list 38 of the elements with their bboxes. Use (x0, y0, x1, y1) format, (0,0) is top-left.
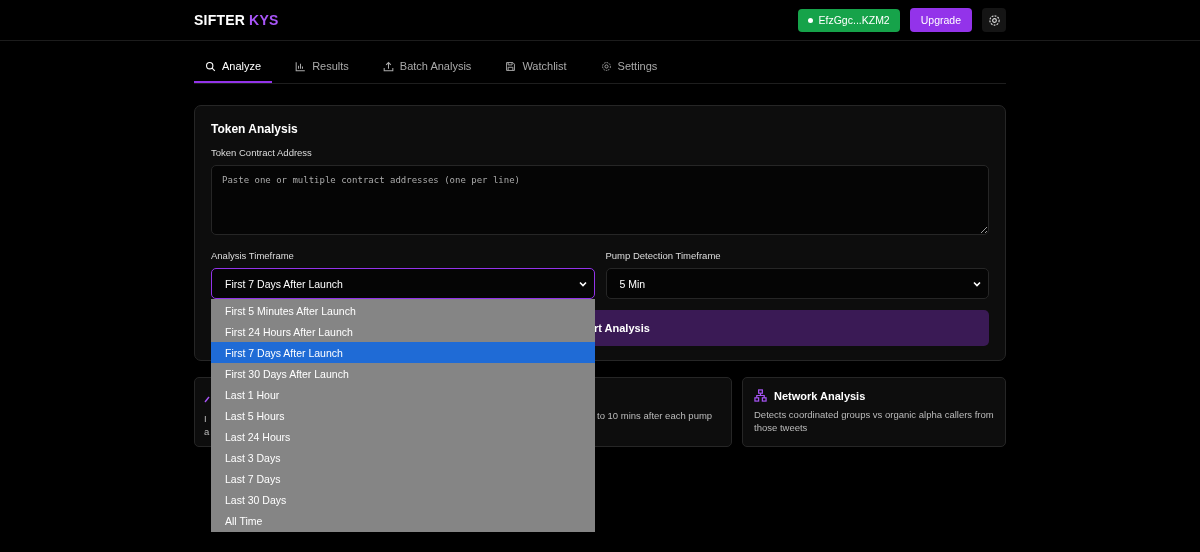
feature-description: a (204, 425, 210, 438)
dropdown-option[interactable]: All Time (211, 510, 595, 531)
dropdown-option[interactable]: Last 7 Days (211, 468, 595, 489)
nav-tab[interactable]: Analyze (194, 50, 273, 83)
dropdown-option[interactable]: Last 1 Hour (211, 384, 595, 405)
settings-button[interactable] (982, 8, 1006, 32)
timeframe-dropdown[interactable]: First 7 Days After Launch (211, 268, 595, 299)
feature-description: to 10 mins after each pump (597, 409, 714, 422)
pump-timeframe-dropdown[interactable]: 5 Min (605, 268, 989, 299)
dropdown-option[interactable]: First 7 Days After Launch (211, 342, 595, 363)
search-icon (205, 60, 216, 72)
card-title: Token Analysis (211, 122, 299, 136)
feature-description: Detects coordinated groups vs organic alpha callers from those tweets (754, 408, 994, 434)
nav-tab[interactable]: Watchlist (494, 50, 578, 83)
upgrade-button[interactable]: Upgrade (909, 8, 972, 32)
field-label: Token Contract Address (211, 147, 313, 158)
bar-chart-icon (295, 60, 307, 72)
dropdown-option[interactable]: Last 30 Days (211, 489, 595, 510)
network-icon (754, 389, 767, 402)
upload-icon (382, 60, 394, 72)
wallet-button[interactable]: EfzGgc...KZM2 (797, 8, 900, 32)
save-icon (505, 60, 517, 72)
nav-tab[interactable]: Settings (589, 50, 669, 83)
brand-logo: SIFTER KYS (194, 12, 279, 28)
nav-tab[interactable]: Batch Analysis (371, 50, 483, 83)
dropdown-option[interactable]: Last 24 Hours (211, 426, 595, 447)
address-input-field[interactable]: Paste one or multiple contract addresses (one per line) (211, 165, 989, 235)
feature-title: Network Analysis (774, 389, 866, 402)
field-label: Pump Detection Timeframe (605, 250, 722, 261)
dropdown-option[interactable]: Last 5 Hours (211, 405, 595, 426)
feature-description: I (204, 412, 207, 425)
dropdown-option[interactable]: First 24 Hours After Launch (211, 321, 595, 342)
field-label: Analysis Timeframe (211, 250, 295, 261)
dropdown-option[interactable]: Last 3 Days (211, 447, 595, 468)
dropdown-option[interactable]: First 30 Days After Launch (211, 363, 595, 384)
settings-icon (600, 60, 612, 72)
nav-tab[interactable]: Results (284, 50, 360, 83)
settings-icon (987, 13, 1001, 27)
